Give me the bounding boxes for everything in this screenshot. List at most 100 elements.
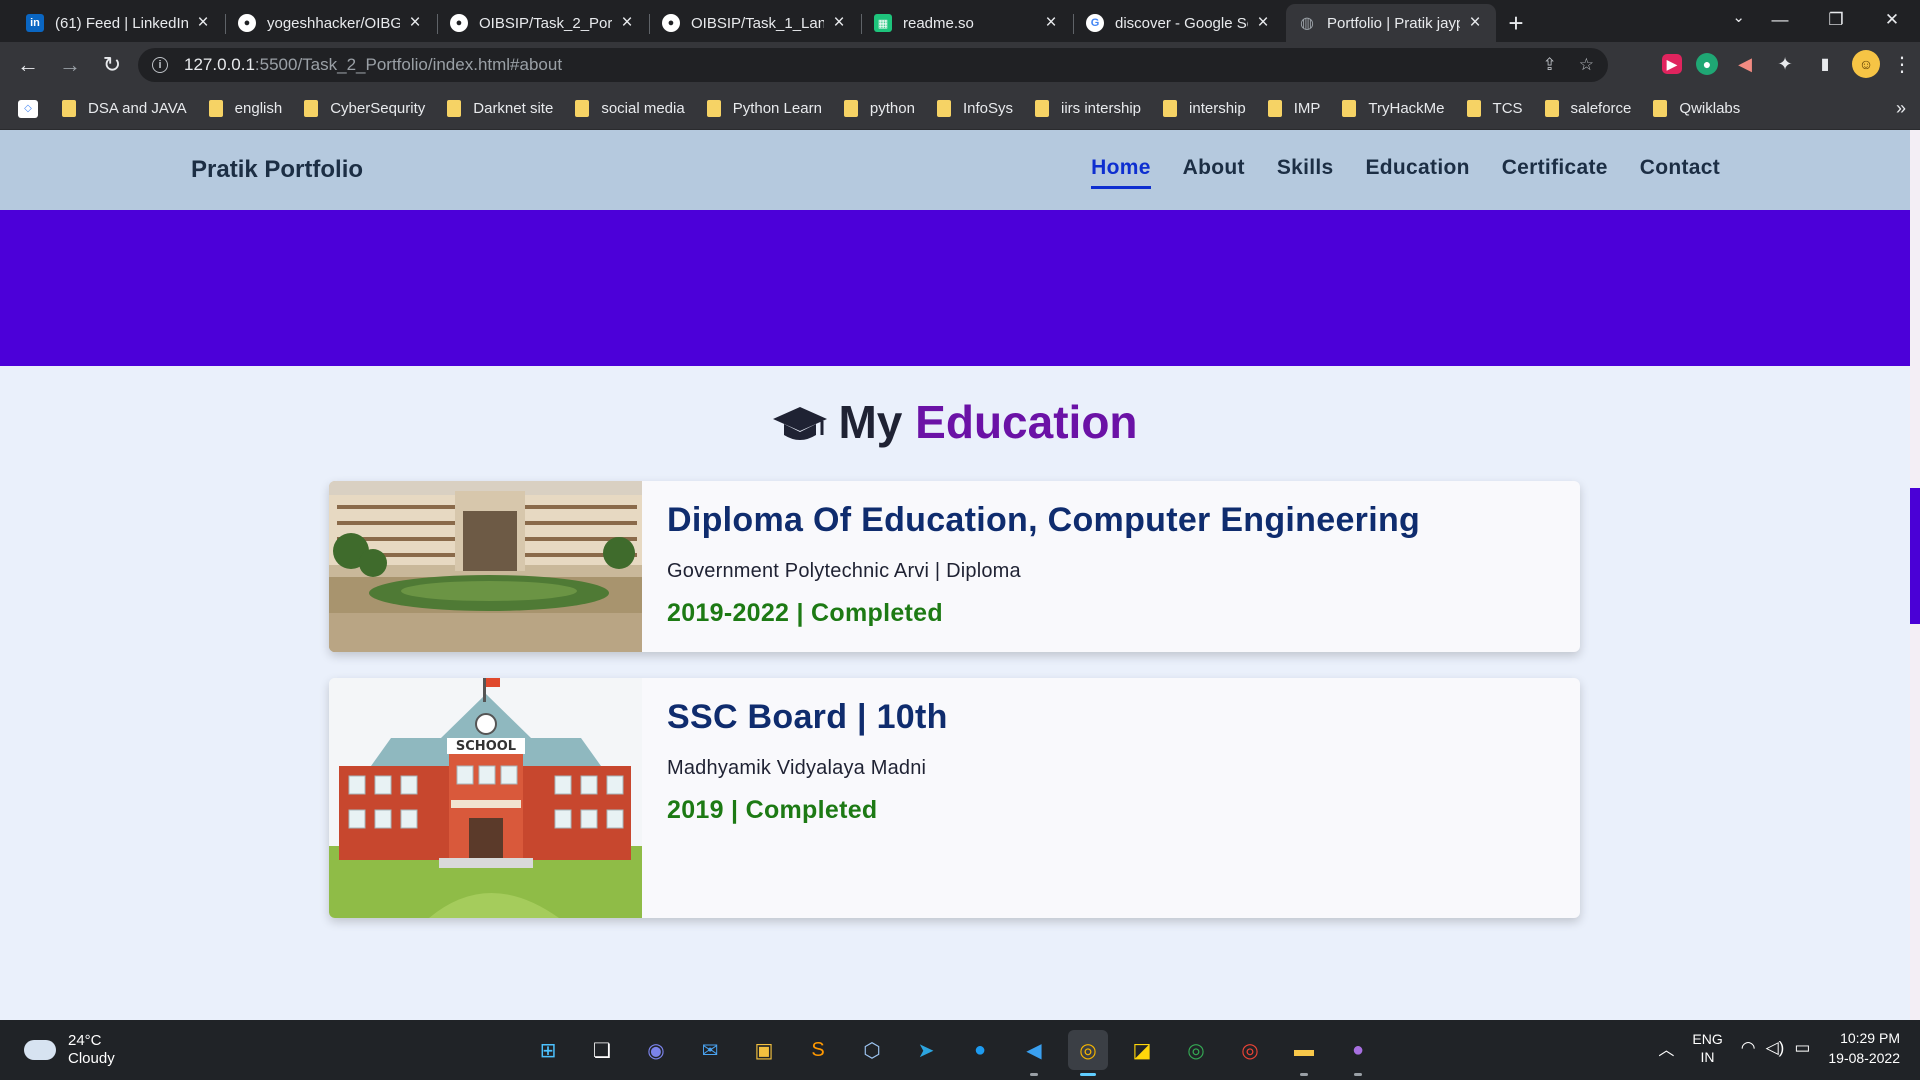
folder-icon — [1163, 100, 1178, 117]
windows-start-icon[interactable]: ⊞ — [528, 1030, 568, 1070]
volume-icon[interactable]: ◁) — [1766, 1038, 1785, 1058]
bookmark-star-icon[interactable]: ☆ — [1579, 55, 1594, 75]
education-institute: Government Polytechnic Arvi | Diploma — [667, 560, 1021, 582]
mail-icon[interactable]: ✉ — [690, 1030, 730, 1070]
browser-tab[interactable]: ▦ readme.so × — [862, 4, 1074, 42]
bookmark-folder[interactable]: Darknet site — [447, 100, 553, 117]
sticky-notes-icon[interactable]: ◪ — [1122, 1030, 1162, 1070]
close-tab-icon[interactable]: × — [1466, 12, 1484, 34]
bookmark-folder[interactable]: InfoSys — [936, 100, 1013, 117]
bookmark-folder[interactable]: python — [843, 100, 915, 117]
twitter-icon[interactable]: ● — [960, 1030, 1000, 1070]
browser-tab[interactable]: G discover - Google Sea × — [1074, 4, 1284, 42]
telegram-icon[interactable]: ➤ — [906, 1030, 946, 1070]
site-info-icon[interactable]: i — [152, 57, 168, 73]
address-bar[interactable]: i 127.0.0.1:5500/Task_2_Portfolio/index.… — [138, 48, 1608, 82]
nav-contact[interactable]: Contact — [1640, 156, 1720, 189]
folder-icon — [447, 100, 462, 117]
url-text[interactable]: 127.0.0.1:5500/Task_2_Portfolio/index.ht… — [184, 55, 562, 75]
battery-icon[interactable]: ▭ — [1794, 1038, 1810, 1058]
more-bookmarks-icon[interactable]: » — [1896, 98, 1906, 119]
extension-mute-icon[interactable]: ◀ — [1732, 51, 1758, 77]
browser-tab-strip: in (61) Feed | LinkedIn × ● yogeshhacker… — [0, 0, 1920, 42]
cloud-icon — [24, 1040, 56, 1060]
browser-tab-active[interactable]: ◍ Portfolio | Pratik jaypu × — [1286, 4, 1496, 42]
nav-certificate[interactable]: Certificate — [1502, 156, 1608, 189]
extension-red-icon[interactable]: ▶ — [1662, 54, 1682, 74]
bookmark-folder[interactable]: DSA and JAVA — [62, 100, 187, 117]
close-tab-icon[interactable]: × — [194, 12, 212, 34]
close-tab-icon[interactable]: × — [618, 12, 636, 34]
forward-icon[interactable]: → — [50, 45, 90, 85]
folder-icon — [1466, 100, 1481, 117]
weather-temp: 24°C — [68, 1032, 102, 1049]
apps-icon[interactable]: ◇ — [18, 99, 38, 118]
restore-icon[interactable]: ❐ — [1808, 0, 1864, 40]
nav-home[interactable]: Home — [1091, 156, 1151, 189]
browser-tab[interactable]: ● OIBSIP/Task_1_Landin × — [650, 4, 862, 42]
bookmark-folder[interactable]: saleforce — [1544, 100, 1631, 117]
scrollbar-thumb[interactable] — [1910, 488, 1920, 624]
teams-chat-icon[interactable]: ◉ — [636, 1030, 676, 1070]
close-tab-icon[interactable]: × — [1254, 12, 1272, 34]
close-window-icon[interactable]: ✕ — [1864, 0, 1920, 40]
site-brand[interactable]: Pratik Portfolio — [191, 156, 363, 184]
back-icon[interactable]: ← — [8, 45, 48, 85]
nav-skills[interactable]: Skills — [1277, 156, 1334, 189]
bookmark-folder[interactable]: iirs intership — [1035, 100, 1141, 117]
bookmark-folder[interactable]: Python Learn — [706, 100, 822, 117]
school-illustration-image: SCHOOL — [329, 678, 642, 918]
tab-title: discover - Google Sea — [1115, 14, 1248, 32]
github-desktop-icon[interactable]: ● — [1338, 1030, 1378, 1076]
show-hidden-icons-chevron-icon[interactable]: ︿ — [1658, 1036, 1674, 1060]
folder-icon — [1544, 100, 1559, 117]
education-institute: Madhyamik Vidyalaya Madni — [667, 757, 927, 779]
nav-education[interactable]: Education — [1366, 156, 1470, 189]
close-tab-icon[interactable]: × — [1042, 12, 1060, 34]
bookmark-folder[interactable]: CyberSequrity — [304, 100, 425, 117]
wifi-icon[interactable]: ◠ — [1741, 1038, 1756, 1058]
bookmark-folder[interactable]: IMP — [1267, 100, 1320, 117]
browser-tab[interactable]: ● yogeshhacker/OIBGRI × — [226, 4, 438, 42]
nav-about[interactable]: About — [1183, 156, 1245, 189]
browser-tab[interactable]: in (61) Feed | LinkedIn × — [14, 4, 226, 42]
sublime-text-icon[interactable]: S — [798, 1030, 838, 1070]
bookmark-folder[interactable]: social media — [575, 100, 685, 117]
bookmark-label: english — [234, 100, 283, 117]
browser-menu-icon[interactable]: ⋮ — [1892, 51, 1912, 77]
extension-green-icon[interactable]: ● — [1696, 53, 1718, 75]
bookmark-folder[interactable]: TryHackMe — [1342, 100, 1445, 117]
browser-tab[interactable]: ● OIBSIP/Task_2_Portfol × — [438, 4, 650, 42]
share-icon[interactable]: ⇪ — [1543, 55, 1557, 75]
page-scrollbar[interactable] — [1910, 130, 1920, 1020]
tab-search-icon[interactable]: ⌄ — [1732, 8, 1745, 26]
chrome-icon[interactable]: ◎ — [1176, 1030, 1216, 1070]
file-explorer-icon[interactable]: ▬ — [1284, 1030, 1324, 1076]
minimize-icon[interactable]: — — [1752, 0, 1808, 40]
side-panel-icon[interactable]: ▮ — [1812, 51, 1838, 77]
task-view-icon[interactable]: ❏ — [582, 1030, 622, 1070]
education-title: Diploma Of Education, Computer Engineeri… — [667, 501, 1421, 539]
input-language[interactable]: ENG IN — [1692, 1030, 1722, 1066]
reload-icon[interactable]: ↻ — [92, 45, 132, 85]
clock[interactable]: 10:29 PM 19-08-2022 — [1828, 1028, 1900, 1068]
bookmark-folder[interactable]: intership — [1163, 100, 1246, 117]
college-building-image — [329, 481, 642, 652]
weather-widget[interactable]: 24°C Cloudy — [24, 1032, 115, 1068]
extensions-puzzle-icon[interactable]: ✦ — [1772, 51, 1798, 77]
store-icon[interactable]: ▣ — [744, 1030, 784, 1070]
bookmark-folder[interactable]: Qwiklabs — [1653, 100, 1740, 117]
svg-text:SCHOOL: SCHOOL — [456, 739, 516, 754]
chrome-profile-icon[interactable]: ◎ — [1230, 1030, 1270, 1070]
bookmark-folder[interactable]: TCS — [1466, 100, 1523, 117]
bookmark-label: TCS — [1492, 100, 1523, 117]
vscode-icon[interactable]: ◀ — [1014, 1030, 1054, 1076]
close-tab-icon[interactable]: × — [830, 12, 848, 34]
profile-avatar[interactable]: ☺ — [1852, 50, 1880, 78]
lang-top: ENG — [1692, 1031, 1723, 1047]
chrome-canary-icon[interactable]: ◎ — [1068, 1030, 1108, 1076]
new-tab-button[interactable]: + — [1496, 4, 1536, 42]
bookmark-folder[interactable]: english — [208, 100, 283, 117]
virtualbox-icon[interactable]: ⬡ — [852, 1030, 892, 1070]
close-tab-icon[interactable]: × — [406, 12, 424, 34]
